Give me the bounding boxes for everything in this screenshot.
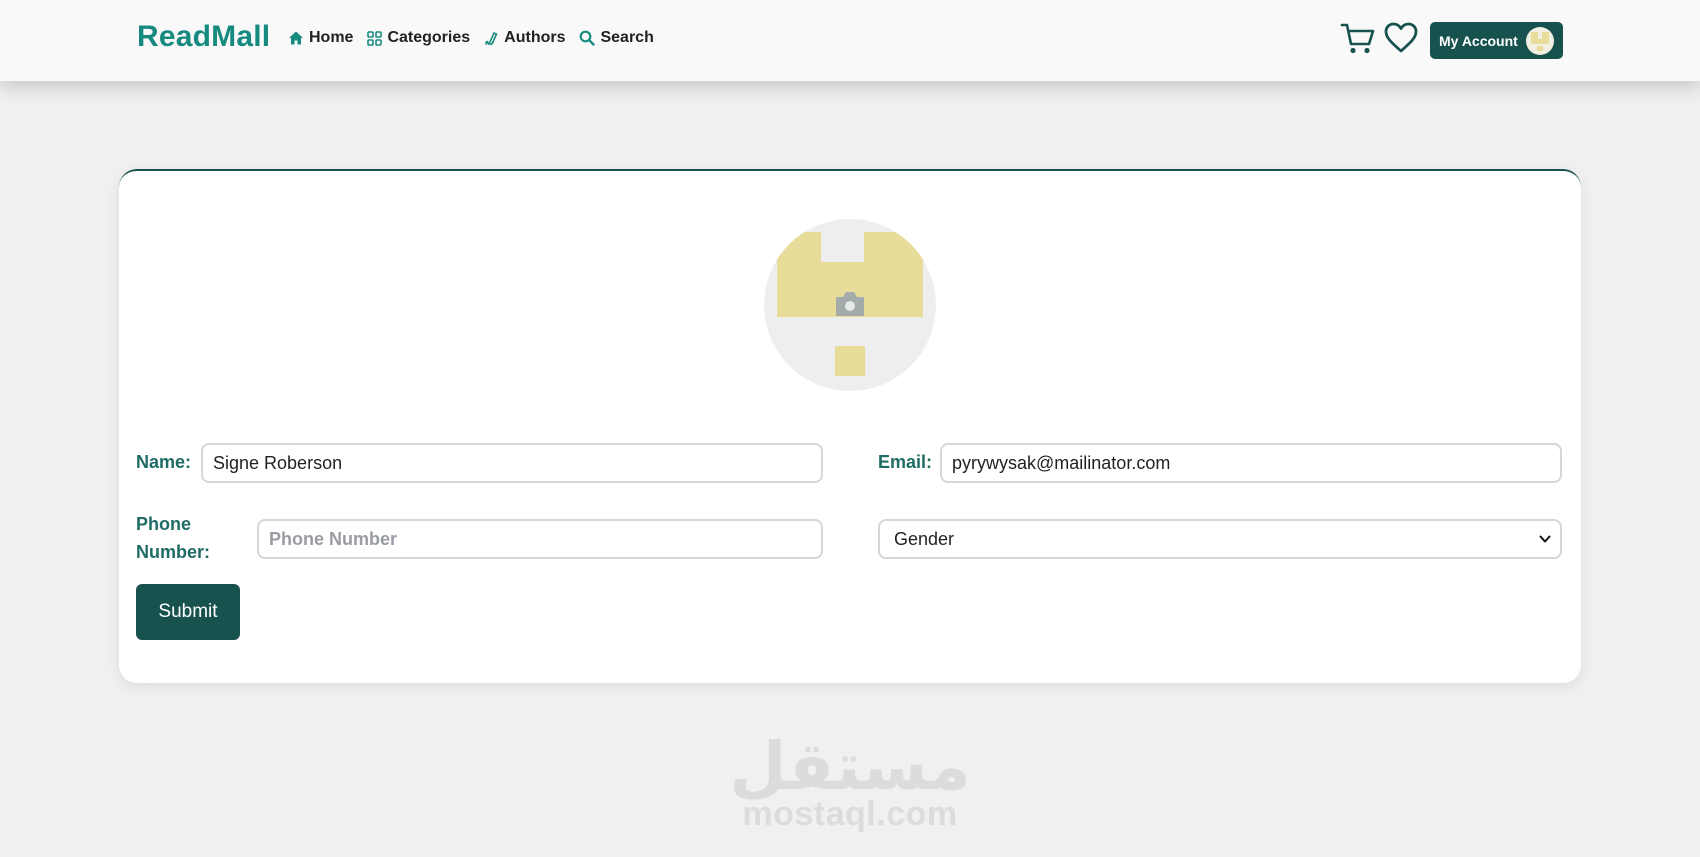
cart-button[interactable] [1340,22,1376,61]
phone-input[interactable] [257,519,823,559]
gender-select-value: Gender [894,528,955,549]
submit-button[interactable]: Submit [136,584,240,640]
main-nav: Home Categories Authors Search [288,29,654,47]
nav-home[interactable]: Home [288,29,353,47]
nav-authors[interactable]: Authors [484,29,565,47]
chevron-down-icon [1539,535,1551,543]
heart-icon [1384,22,1418,53]
nav-search-label: Search [600,29,654,46]
wishlist-button[interactable] [1384,22,1418,59]
nav-categories-label: Categories [387,29,471,46]
search-icon [580,30,596,46]
mostaql-watermark: مستقل mostaql.com [700,729,1000,833]
cart-icon [1340,23,1375,54]
camera-icon [836,292,864,316]
email-input[interactable] [940,443,1562,483]
grid-icon [367,30,383,46]
nav-categories[interactable]: Categories [367,29,470,47]
name-input[interactable] [201,443,823,483]
phone-label: Phone Number: [136,510,210,566]
phone-label-line1: Phone [136,514,192,534]
name-label: Name: [136,452,192,472]
watermark-arabic: مستقل [729,729,971,803]
watermark-latin: mostaql.com [742,795,958,833]
default-avatar-icon [1531,32,1549,51]
top-navbar: ReadMall Home Categories Authors Search … [0,0,1700,81]
avatar [1526,27,1554,55]
my-account-label: My Account [1439,32,1518,49]
nav-search[interactable]: Search [579,29,654,47]
nav-authors-label: Authors [504,29,566,46]
pen-icon [485,31,498,45]
my-account-button[interactable]: My Account [1430,22,1563,59]
nav-home-label: Home [309,29,354,46]
gender-select[interactable]: Gender [878,519,1562,559]
home-icon [289,31,303,45]
email-label: Email: [878,452,933,472]
phone-label-line2: Number: [136,542,211,562]
profile-card: Name: Email: Phone Number: Gender Submit [119,169,1581,683]
avatar-upload[interactable] [764,219,936,391]
brand-logo[interactable]: ReadMall [137,20,270,54]
